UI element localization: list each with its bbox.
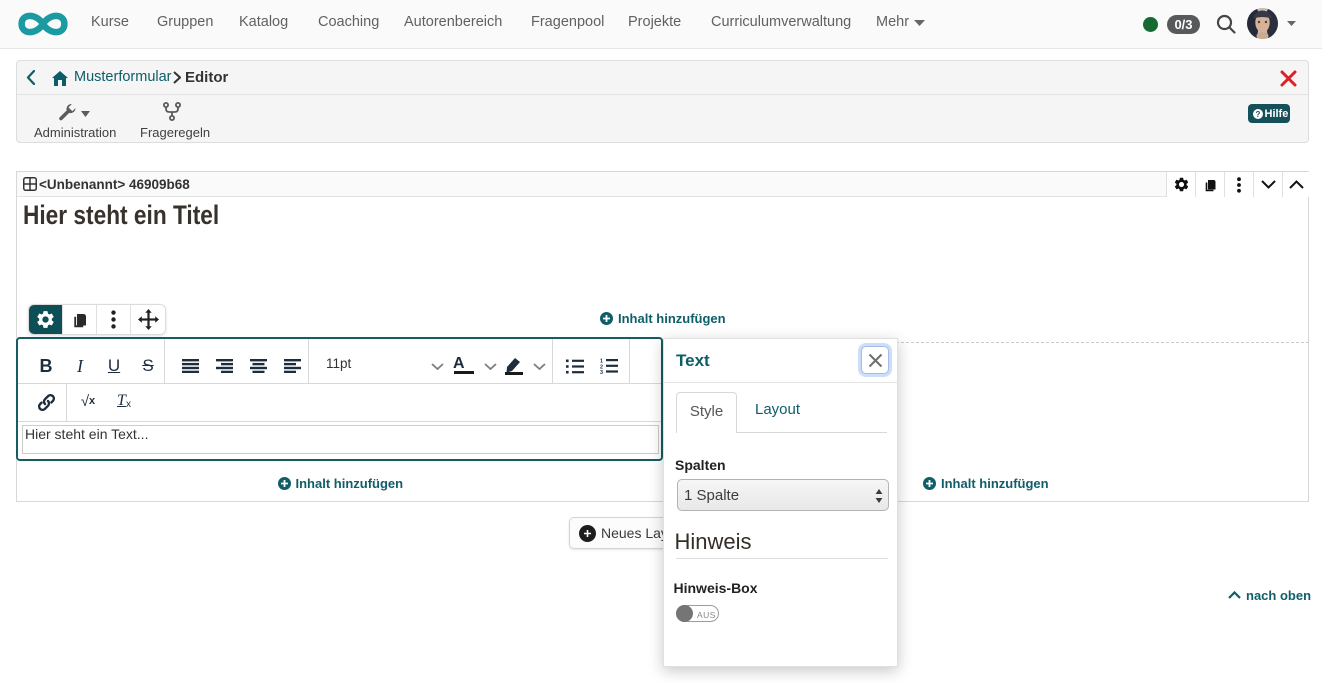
svg-text:3: 3 (600, 370, 603, 374)
svg-text:?: ? (1256, 109, 1261, 118)
